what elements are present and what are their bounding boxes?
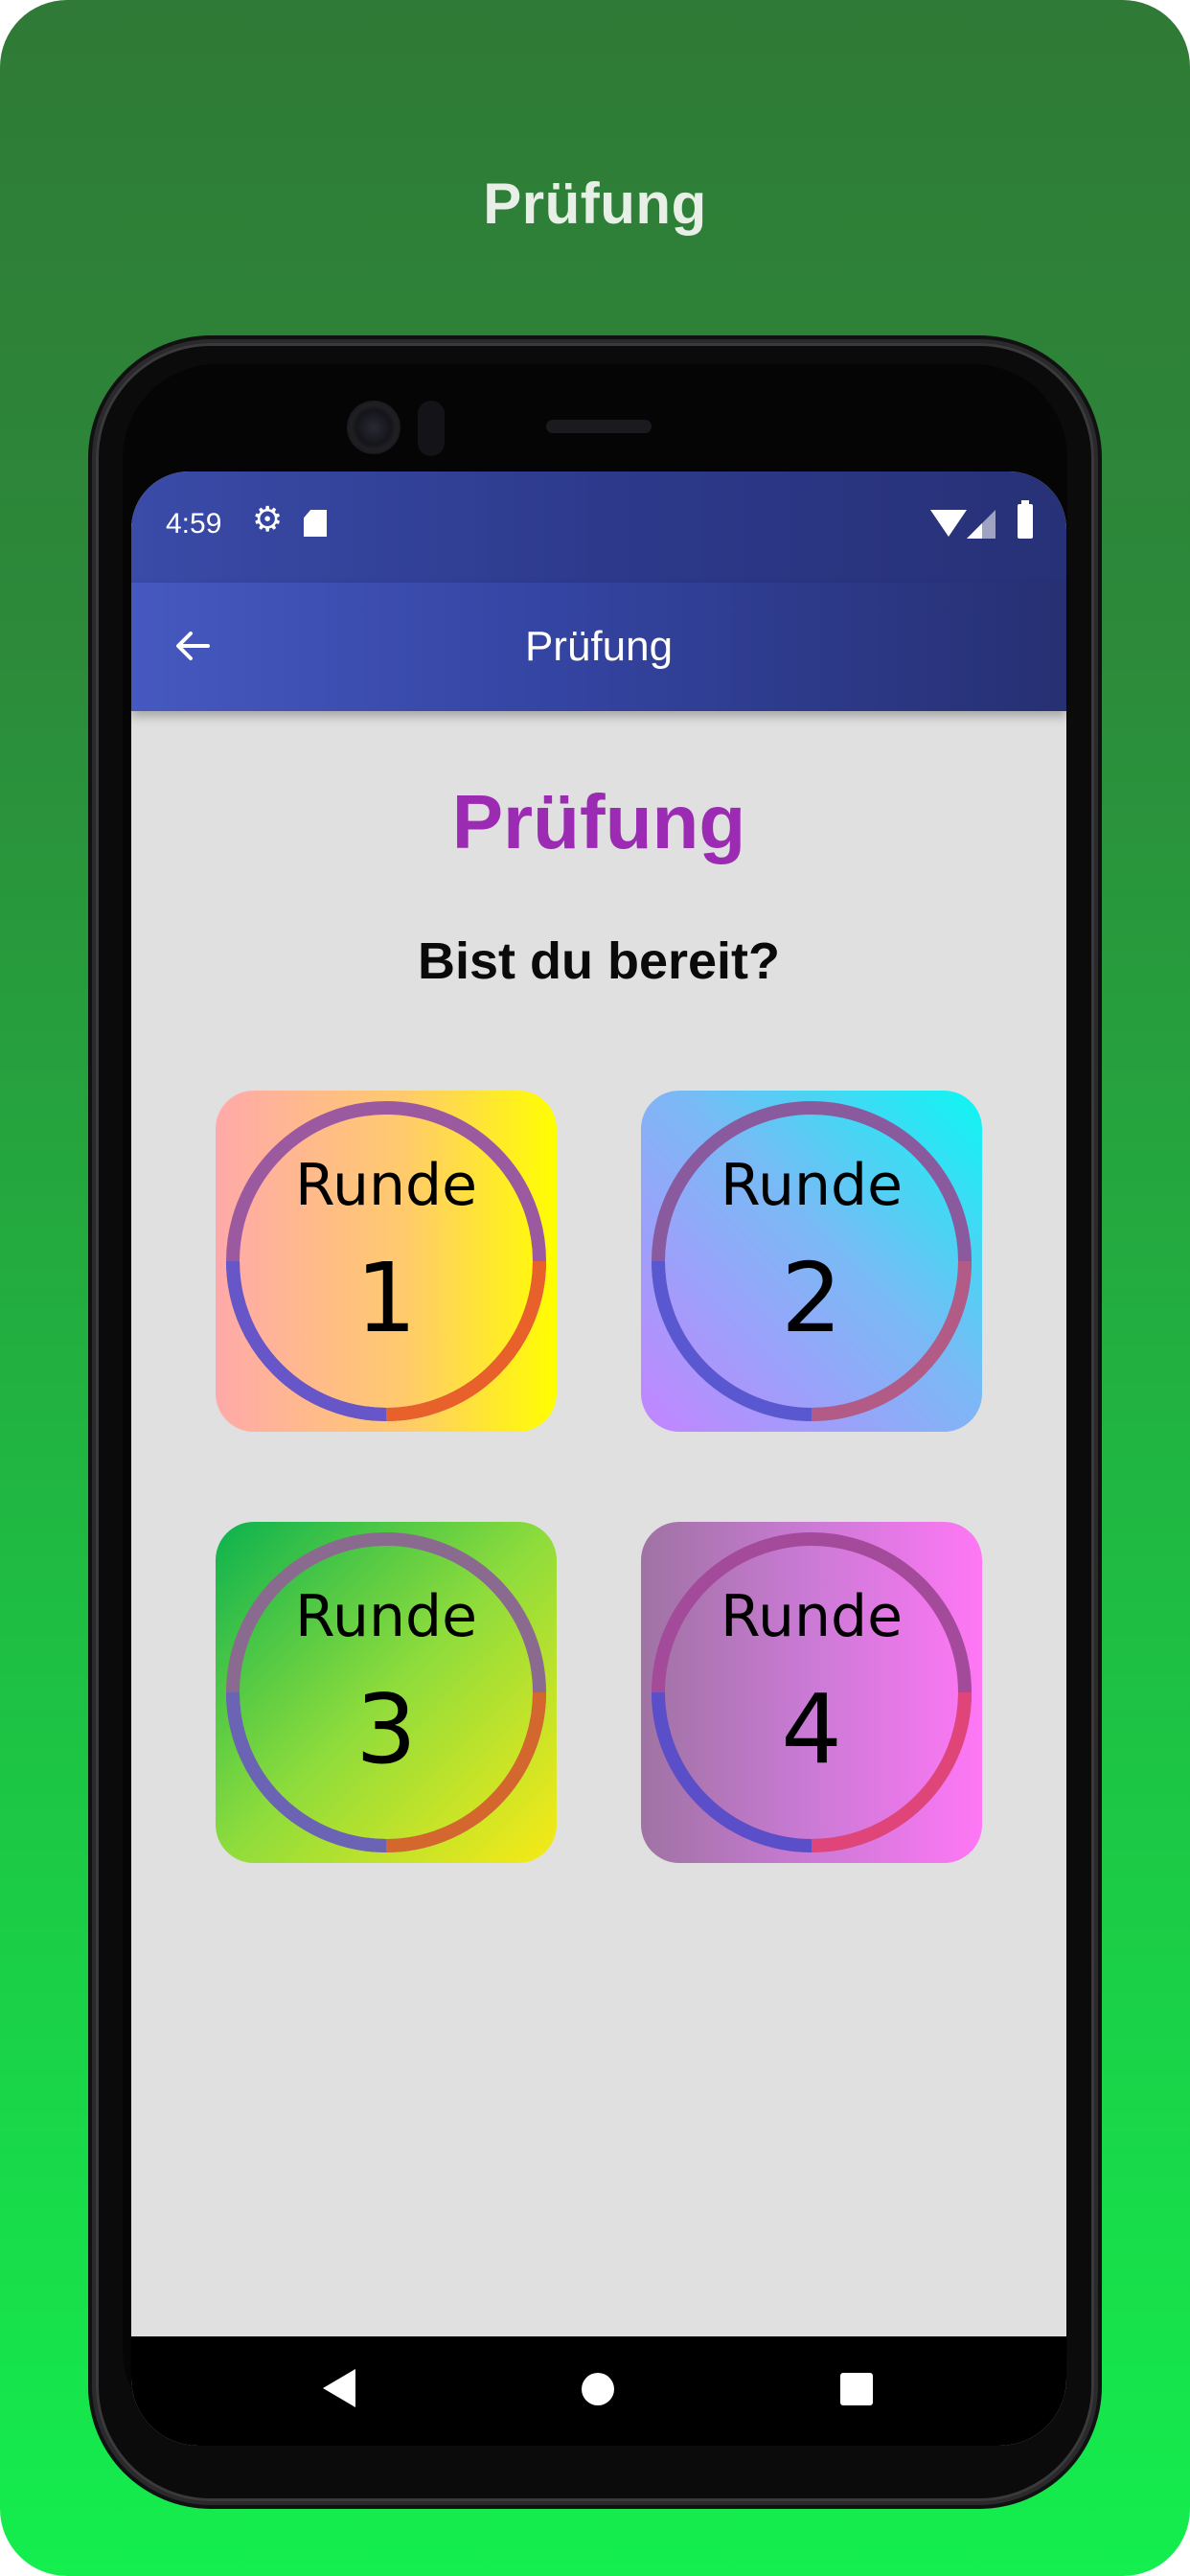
battery-icon bbox=[1018, 500, 1033, 539]
nav-home-icon[interactable] bbox=[582, 2373, 614, 2405]
round-card-1[interactable]: Runde 1 bbox=[216, 1091, 557, 1432]
wifi-icon bbox=[930, 510, 967, 537]
round-card-3[interactable]: Runde 3 bbox=[216, 1522, 557, 1863]
round-number: 4 bbox=[781, 1673, 842, 1785]
signal-strength-fill bbox=[967, 523, 982, 539]
earpiece-speaker bbox=[546, 420, 652, 433]
app-bar-title: Prüfung bbox=[524, 623, 674, 670]
round-label: Runde bbox=[294, 1583, 478, 1650]
round-label: Runde bbox=[294, 1152, 478, 1219]
status-bar: 4:59 ⚙ bbox=[131, 472, 1066, 583]
round-card-2[interactable]: Runde 2 bbox=[641, 1091, 982, 1432]
nav-recent-apps-icon[interactable] bbox=[840, 2373, 873, 2405]
round-card-4[interactable]: Runde 4 bbox=[641, 1522, 982, 1863]
system-nav-bar bbox=[131, 2336, 1066, 2446]
phone-screen: 4:59 ⚙ Prüfung Prüfung Bist du bereit? R… bbox=[131, 472, 1066, 2446]
round-label: Runde bbox=[720, 1583, 904, 1650]
app-bar: Prüfung bbox=[131, 583, 1066, 711]
page-title: Prüfung bbox=[451, 779, 746, 864]
round-number: 2 bbox=[781, 1242, 842, 1354]
round-number: 1 bbox=[355, 1242, 417, 1354]
nav-back-icon[interactable] bbox=[323, 2369, 355, 2407]
round-number: 3 bbox=[355, 1673, 417, 1785]
gear-icon: ⚙ bbox=[252, 499, 284, 539]
page-subtitle: Bist du bereit? bbox=[417, 932, 781, 990]
proximity-sensor bbox=[418, 401, 445, 456]
status-time: 4:59 bbox=[166, 508, 222, 540]
promo-page: Prüfung 4:59 ⚙ Prüfung Prüfung Bist du b… bbox=[0, 0, 1190, 2576]
round-label: Runde bbox=[720, 1152, 904, 1219]
sd-card-icon bbox=[304, 510, 327, 537]
front-camera-icon bbox=[347, 401, 400, 454]
promo-title: Prüfung bbox=[483, 172, 707, 236]
